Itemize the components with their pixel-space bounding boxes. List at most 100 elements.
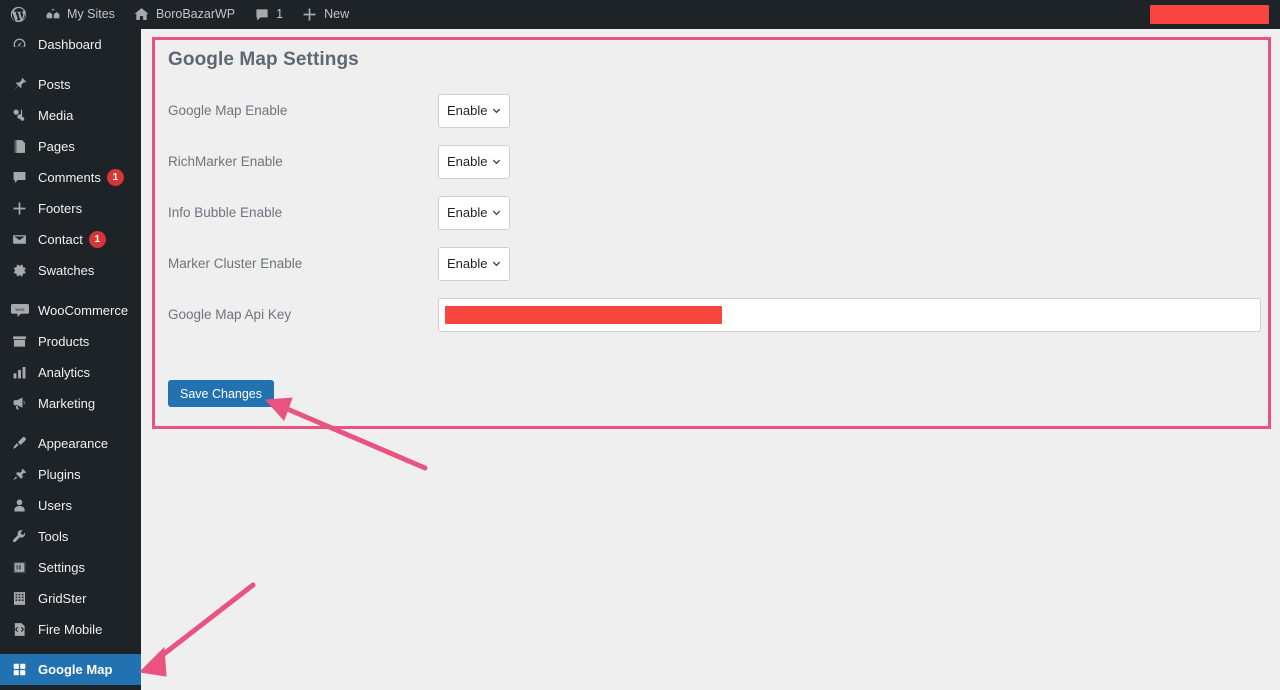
gridster-icon (9, 589, 30, 609)
sidebar-item-dashboard[interactable]: Dashboard (0, 29, 141, 60)
settings-sliders-icon (9, 558, 30, 578)
chevron-down-icon (492, 159, 501, 165)
screen: My Sites BoroBazarWP 1 New Dashboard Pos… (0, 0, 1280, 690)
sidebar-item-google-map[interactable]: Google Map (0, 654, 141, 685)
sidebar-item-media[interactable]: Media (0, 100, 141, 131)
sidebar-item-label: Comments (38, 170, 101, 185)
sidebar-item-label: Marketing (38, 396, 96, 411)
marketing-megaphone-icon (9, 394, 30, 414)
google-map-grid-icon (9, 660, 30, 680)
select-value-info-bubble-enable: Enable (447, 205, 488, 220)
sidebar-item-label: Users (38, 498, 72, 513)
settings-panel: Google Map Settings Google Map Enable En… (152, 37, 1271, 429)
sidebar-item-tools[interactable]: Tools (0, 521, 141, 552)
field-label-google-map-enable: Google Map Enable (168, 103, 288, 118)
select-marker-cluster-enable[interactable]: Enable (438, 246, 510, 281)
sidebar-item-label: Plugins (38, 467, 81, 482)
tools-wrench-icon (9, 527, 30, 547)
adminbar-label-site-name: BoroBazarWP (155, 7, 236, 21)
my-sites-icon (44, 6, 61, 23)
products-box-icon (9, 332, 30, 352)
svg-text:woo: woo (15, 308, 24, 313)
sidebar-item-woocommerce[interactable]: woo WooCommerce (0, 295, 141, 326)
sidebar-item-comments[interactable]: Comments 1 (0, 162, 141, 193)
posts-pin-icon (9, 75, 30, 95)
adminbar-item-wordpress[interactable] (0, 0, 35, 29)
chevron-down-icon (492, 108, 501, 114)
media-icon (9, 106, 30, 126)
sidebar-item-users[interactable]: Users (0, 490, 141, 521)
adminbar-item-new[interactable]: New (292, 0, 358, 29)
field-label-marker-cluster-enable: Marker Cluster Enable (168, 256, 303, 271)
sidebar-item-posts[interactable]: Posts (0, 69, 141, 100)
field-label-google-map-api-key: Google Map Api Key (168, 307, 292, 322)
sidebar-item-label: Dashboard (38, 37, 102, 52)
save-changes-button[interactable]: Save Changes (168, 380, 275, 407)
select-google-map-enable[interactable]: Enable (438, 93, 510, 128)
annotation-arrow-2-head (138, 646, 167, 677)
sidebar-item-label: Media (38, 108, 74, 123)
select-value-richmarker-enable: Enable (447, 154, 488, 169)
adminbar-label-new: New (324, 7, 350, 21)
sidebar-item-footers[interactable]: Footers (0, 193, 141, 224)
dashboard-icon (9, 35, 30, 55)
wordpress-logo-icon (10, 6, 27, 23)
sidebar-item-label: Contact (38, 232, 83, 247)
redacted-api-key-value (445, 305, 722, 324)
input-google-map-api-key[interactable] (438, 297, 1261, 332)
sidebar-item-products[interactable]: Products (0, 326, 141, 357)
pages-icon (9, 137, 30, 157)
admin-bar: My Sites BoroBazarWP 1 New (0, 0, 1280, 29)
sidebar-separator (0, 645, 141, 654)
sidebar-item-swatches[interactable]: Swatches (0, 255, 141, 286)
field-row-google-map-api-key: Google Map Api Key (160, 289, 1261, 340)
sidebar-item-label: Swatches (38, 263, 95, 278)
sidebar-separator (0, 286, 141, 295)
adminbar-item-my-sites[interactable]: My Sites (35, 0, 124, 29)
field-row-info-bubble-enable: Info Bubble Enable Enable (160, 187, 1261, 238)
sidebar-item-label: Footers (38, 201, 83, 216)
sidebar-item-label: GridSter (38, 591, 87, 606)
home-icon (133, 6, 150, 23)
sidebar-item-label: Posts (38, 77, 71, 92)
contact-envelope-icon (9, 230, 30, 250)
sidebar-item-badge: 1 (88, 231, 106, 248)
select-value-google-map-enable: Enable (447, 103, 488, 118)
sidebar-item-label: Analytics (38, 365, 91, 380)
field-row-richmarker-enable: RichMarker Enable Enable (160, 136, 1261, 187)
sidebar-item-fire-mobile[interactable]: Fire Mobile (0, 614, 141, 645)
fire-mobile-code-icon (9, 620, 30, 640)
admin-sidebar-menu: Dashboard Posts Media Pages Comments 1 Footers… (0, 29, 141, 690)
adminbar-comments-count: 1 (276, 7, 284, 21)
select-value-marker-cluster-enable: Enable (447, 256, 488, 271)
select-richmarker-enable[interactable]: Enable (438, 144, 510, 179)
adminbar-item-site-name[interactable]: BoroBazarWP (124, 0, 244, 29)
woocommerce-icon: woo (9, 301, 30, 321)
sidebar-item-marketing[interactable]: Marketing (0, 388, 141, 419)
sidebar-item-label: Fire Mobile (38, 622, 103, 637)
sidebar-item-plugins[interactable]: Plugins (0, 459, 141, 490)
sidebar-item-appearance[interactable]: Appearance (0, 428, 141, 459)
sidebar-item-gridster[interactable]: GridSter (0, 583, 141, 614)
sidebar-item-label: Pages (38, 139, 75, 154)
sidebar-item-settings[interactable]: Settings (0, 552, 141, 583)
annotation-arrow-2-shaft (157, 582, 256, 660)
chevron-down-icon (492, 261, 501, 267)
sidebar-item-label: Google Map (38, 662, 113, 677)
sidebar-item-pages[interactable]: Pages (0, 131, 141, 162)
field-row-google-map-enable: Google Map Enable Enable (160, 85, 1261, 136)
sidebar-item-analytics[interactable]: Analytics (0, 357, 141, 388)
swatches-gear-icon (9, 261, 30, 281)
comment-bubble-icon (253, 6, 270, 23)
field-row-marker-cluster-enable: Marker Cluster Enable Enable (160, 238, 1261, 289)
redacted-account-area (1150, 5, 1269, 24)
sidebar-item-label: Products (38, 334, 90, 349)
select-info-bubble-enable[interactable]: Enable (438, 195, 510, 230)
appearance-brush-icon (9, 434, 30, 454)
sidebar-item-label: Appearance (38, 436, 109, 451)
adminbar-label-my-sites: My Sites (67, 7, 115, 21)
sidebar-item-contact[interactable]: Contact 1 (0, 224, 141, 255)
field-label-richmarker-enable: RichMarker Enable (168, 154, 283, 169)
adminbar-item-comments[interactable]: 1 (244, 0, 292, 29)
plus-icon (301, 6, 318, 23)
